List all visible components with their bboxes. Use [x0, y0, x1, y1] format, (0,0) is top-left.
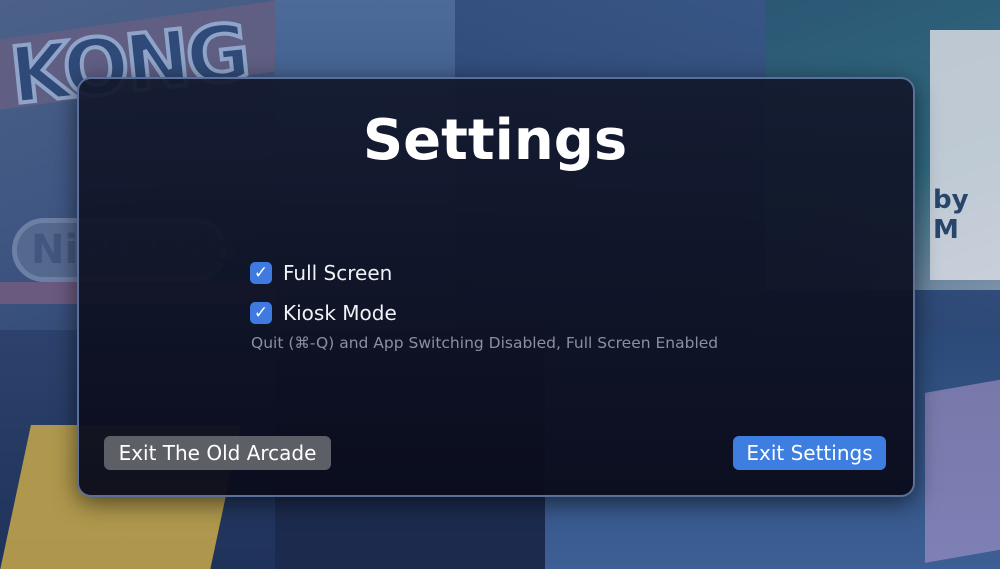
kiosk-mode-option[interactable]: ✓ Kiosk Mode	[250, 301, 397, 325]
exit-settings-button[interactable]: Exit Settings	[733, 436, 886, 470]
checkmark-icon: ✓	[253, 263, 269, 283]
art-shape	[925, 377, 1000, 563]
full-screen-checkbox[interactable]: ✓	[250, 262, 272, 284]
checkmark-icon: ✓	[253, 303, 269, 323]
kiosk-mode-checkbox[interactable]: ✓	[250, 302, 272, 324]
full-screen-option[interactable]: ✓ Full Screen	[250, 261, 392, 285]
kiosk-mode-label: Kiosk Mode	[283, 301, 397, 325]
frogger-by-text: by M	[933, 185, 969, 245]
dialog-title: Settings	[362, 108, 628, 173]
full-screen-label: Full Screen	[283, 261, 393, 285]
kiosk-mode-hint: Quit (⌘-Q) and App Switching Disabled, F…	[251, 334, 719, 352]
exit-arcade-button[interactable]: Exit The Old Arcade	[104, 436, 331, 470]
